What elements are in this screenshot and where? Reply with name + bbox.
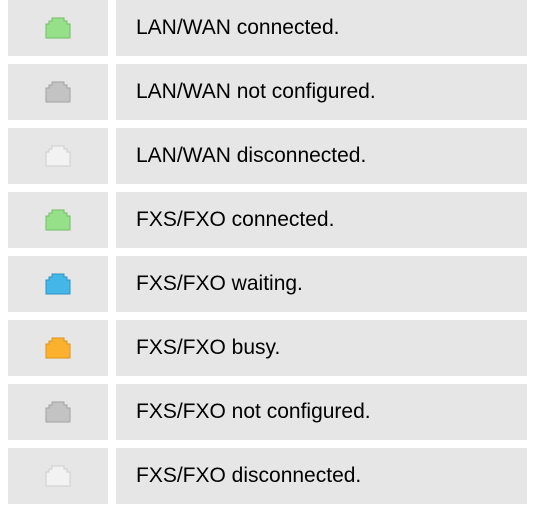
legend-label: FXS/FXO connected. [116, 192, 527, 248]
legend-label: FXS/FXO waiting. [116, 256, 527, 312]
legend-icon-cell [8, 320, 108, 376]
legend-label: LAN/WAN disconnected. [116, 128, 527, 184]
legend-icon-cell [8, 192, 108, 248]
legend-label: FXS/FXO not configured. [116, 384, 527, 440]
port-connected-icon [45, 17, 71, 39]
port-not-configured-icon [45, 81, 71, 103]
port-waiting-icon [45, 273, 71, 295]
legend-label: LAN/WAN not configured. [116, 64, 527, 120]
legend-icon-cell [8, 64, 108, 120]
port-connected-icon [45, 209, 71, 231]
legend-icon-cell [8, 128, 108, 184]
legend-icon-cell [8, 384, 108, 440]
legend-icon-cell [8, 448, 108, 504]
legend-label: FXS/FXO disconnected. [116, 448, 527, 504]
legend-icon-cell [8, 256, 108, 312]
port-disconnected-icon [45, 145, 71, 167]
legend-label: LAN/WAN connected. [116, 0, 527, 56]
port-not-configured-icon [45, 401, 71, 423]
legend-icon-cell [8, 0, 108, 56]
legend-label: FXS/FXO busy. [116, 320, 527, 376]
port-busy-icon [45, 337, 71, 359]
port-disconnected-icon [45, 465, 71, 487]
port-status-legend: LAN/WAN connected. LAN/WAN not configure… [8, 0, 527, 504]
